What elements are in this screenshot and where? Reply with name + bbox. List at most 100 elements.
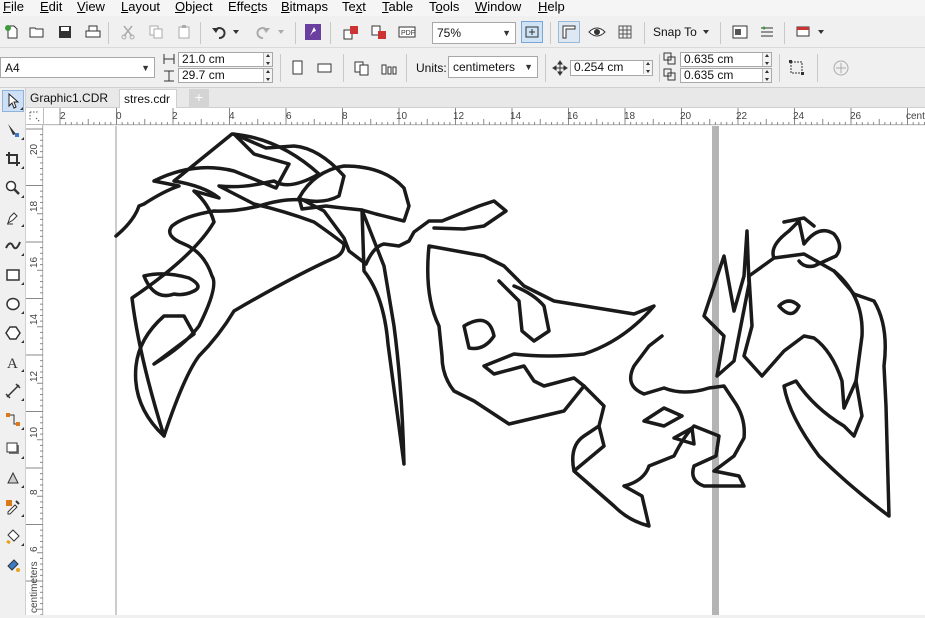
snap-to-dropdown-icon[interactable] (700, 21, 712, 43)
duplicate-x-icon (662, 51, 680, 67)
application-launcher-icon[interactable] (792, 21, 814, 43)
menu-tools[interactable]: Tools (429, 0, 459, 14)
separator (720, 22, 721, 44)
separator (545, 54, 546, 82)
show-grid-icon[interactable] (614, 21, 636, 43)
cut-icon[interactable] (117, 21, 139, 43)
connector-tool-icon[interactable] (2, 409, 24, 431)
tab-stres[interactable]: stres.cdr (119, 89, 178, 108)
duplicate-distance-x-field[interactable]: 0.635 cm (680, 52, 772, 67)
tab-graphic1[interactable]: Graphic1.CDR (26, 89, 114, 108)
copy-icon[interactable] (145, 21, 167, 43)
undo-icon[interactable] (208, 21, 230, 43)
menu-view[interactable]: View (77, 0, 105, 14)
freehand-tool-icon[interactable] (2, 206, 24, 228)
page-size-combo[interactable]: A4 ▼ (0, 57, 155, 78)
units-combo[interactable]: centimeters ▼ (448, 56, 538, 78)
redo-dropdown-icon[interactable] (275, 21, 287, 43)
document-tabs: Graphic1.CDR stres.cdr + (26, 88, 925, 108)
polygon-tool-icon[interactable] (2, 322, 24, 344)
page-size-value: A4 (5, 60, 20, 75)
separator (406, 54, 407, 82)
zoom-level-combo[interactable]: 75% ▼ (432, 22, 516, 44)
tab-label: Graphic1.CDR (30, 91, 109, 105)
add-property-icon[interactable] (830, 57, 852, 79)
menu-help[interactable]: Help (538, 0, 565, 14)
ellipse-tool-icon[interactable] (2, 293, 24, 315)
menu-window[interactable]: Window (475, 0, 521, 14)
menu-object[interactable]: Object (175, 0, 213, 14)
new-tab-plus-icon[interactable]: + (189, 89, 209, 108)
drop-shadow-tool-icon[interactable] (2, 438, 24, 460)
ruler-unit-label: centimeters (29, 561, 40, 613)
property-bar: A4 ▼ 21.0 cm 29.7 cm Units: centimeters … (0, 48, 925, 88)
portrait-icon[interactable] (286, 57, 308, 79)
vertical-ruler[interactable]: 20 18 16 14 12 10 8 6 centimeters (26, 125, 43, 616)
menu-file[interactable]: File (3, 0, 24, 14)
interactive-fill-tool-icon[interactable] (2, 525, 24, 547)
new-document-icon[interactable] (1, 21, 23, 43)
menu-edit[interactable]: Edit (40, 0, 62, 14)
current-page-icon[interactable] (378, 57, 400, 79)
landscape-icon[interactable] (314, 57, 336, 79)
crop-tool-icon[interactable] (2, 148, 24, 170)
print-icon[interactable] (82, 21, 104, 43)
separator (784, 22, 785, 44)
page-height-field[interactable]: 29.7 cm (178, 68, 273, 83)
redo-icon[interactable] (252, 21, 274, 43)
smart-fill-tool-icon[interactable] (2, 554, 24, 576)
open-folder-icon[interactable] (26, 21, 48, 43)
page-width-field[interactable]: 21.0 cm (178, 52, 273, 67)
all-pages-icon[interactable] (351, 57, 373, 79)
text-tool-icon[interactable]: A (2, 351, 24, 373)
ruler-label: 6 (286, 111, 292, 122)
chevron-down-icon: ▼ (141, 62, 150, 73)
transparency-tool-icon[interactable] (2, 467, 24, 489)
full-screen-preview-icon[interactable] (521, 21, 543, 43)
menu-table[interactable]: Table (382, 0, 413, 14)
welcome-screen-icon[interactable] (729, 21, 751, 43)
undo-dropdown-icon[interactable] (230, 21, 242, 43)
menu-layout[interactable]: Layout (121, 0, 160, 14)
ruler-label: 20 (29, 143, 40, 155)
edit-bounding-box-icon[interactable] (786, 57, 808, 79)
rectangle-tool-icon[interactable] (2, 264, 24, 286)
search-content-icon[interactable] (302, 21, 324, 43)
import-icon[interactable] (340, 21, 362, 43)
options-icon[interactable] (756, 21, 778, 43)
page-height-icon (161, 68, 177, 84)
nudge-distance-field[interactable]: 0.254 cm (570, 60, 653, 76)
units-label: Units: (416, 61, 447, 75)
color-eyedropper-tool-icon[interactable] (2, 496, 24, 518)
ruler-label: 8 (29, 489, 40, 495)
separator (200, 22, 201, 44)
pick-tool-icon[interactable] (2, 90, 24, 112)
separator (644, 22, 645, 44)
separator (295, 22, 296, 44)
duplicate-distance-y-field[interactable]: 0.635 cm (680, 68, 772, 83)
menu-effects[interactable]: Effects (228, 0, 268, 14)
show-rulers-icon[interactable] (558, 21, 580, 43)
nudge-distance-value: 0.254 cm (574, 60, 624, 74)
artistic-media-tool-icon[interactable] (2, 235, 24, 257)
duplicate-y-icon (662, 67, 680, 83)
parallel-dimension-tool-icon[interactable] (2, 380, 24, 402)
publish-pdf-icon[interactable]: PDF (396, 21, 418, 43)
view-mode-eye-icon[interactable] (586, 21, 608, 43)
snap-to-label[interactable]: Snap To (653, 25, 697, 39)
zoom-tool-icon[interactable] (2, 177, 24, 199)
paste-icon[interactable] (173, 21, 195, 43)
menu-text[interactable]: Text (342, 0, 366, 14)
ruler-label: 10 (396, 111, 408, 122)
separator (659, 54, 660, 82)
drawing-canvas[interactable] (44, 126, 925, 615)
save-icon[interactable] (54, 21, 76, 43)
menu-bitmaps[interactable]: Bitmaps (281, 0, 328, 14)
launcher-dropdown-icon[interactable] (815, 21, 827, 43)
ruler-origin[interactable] (26, 108, 44, 125)
nudge-distance-icon (550, 57, 570, 79)
horizontal-ruler[interactable]: 2 0 2 4 6 8 10 12 14 16 18 20 22 24 26 c… (44, 108, 925, 125)
export-icon[interactable] (368, 21, 390, 43)
ruler-label: 16 (29, 256, 40, 268)
shape-tool-icon[interactable] (2, 119, 24, 141)
